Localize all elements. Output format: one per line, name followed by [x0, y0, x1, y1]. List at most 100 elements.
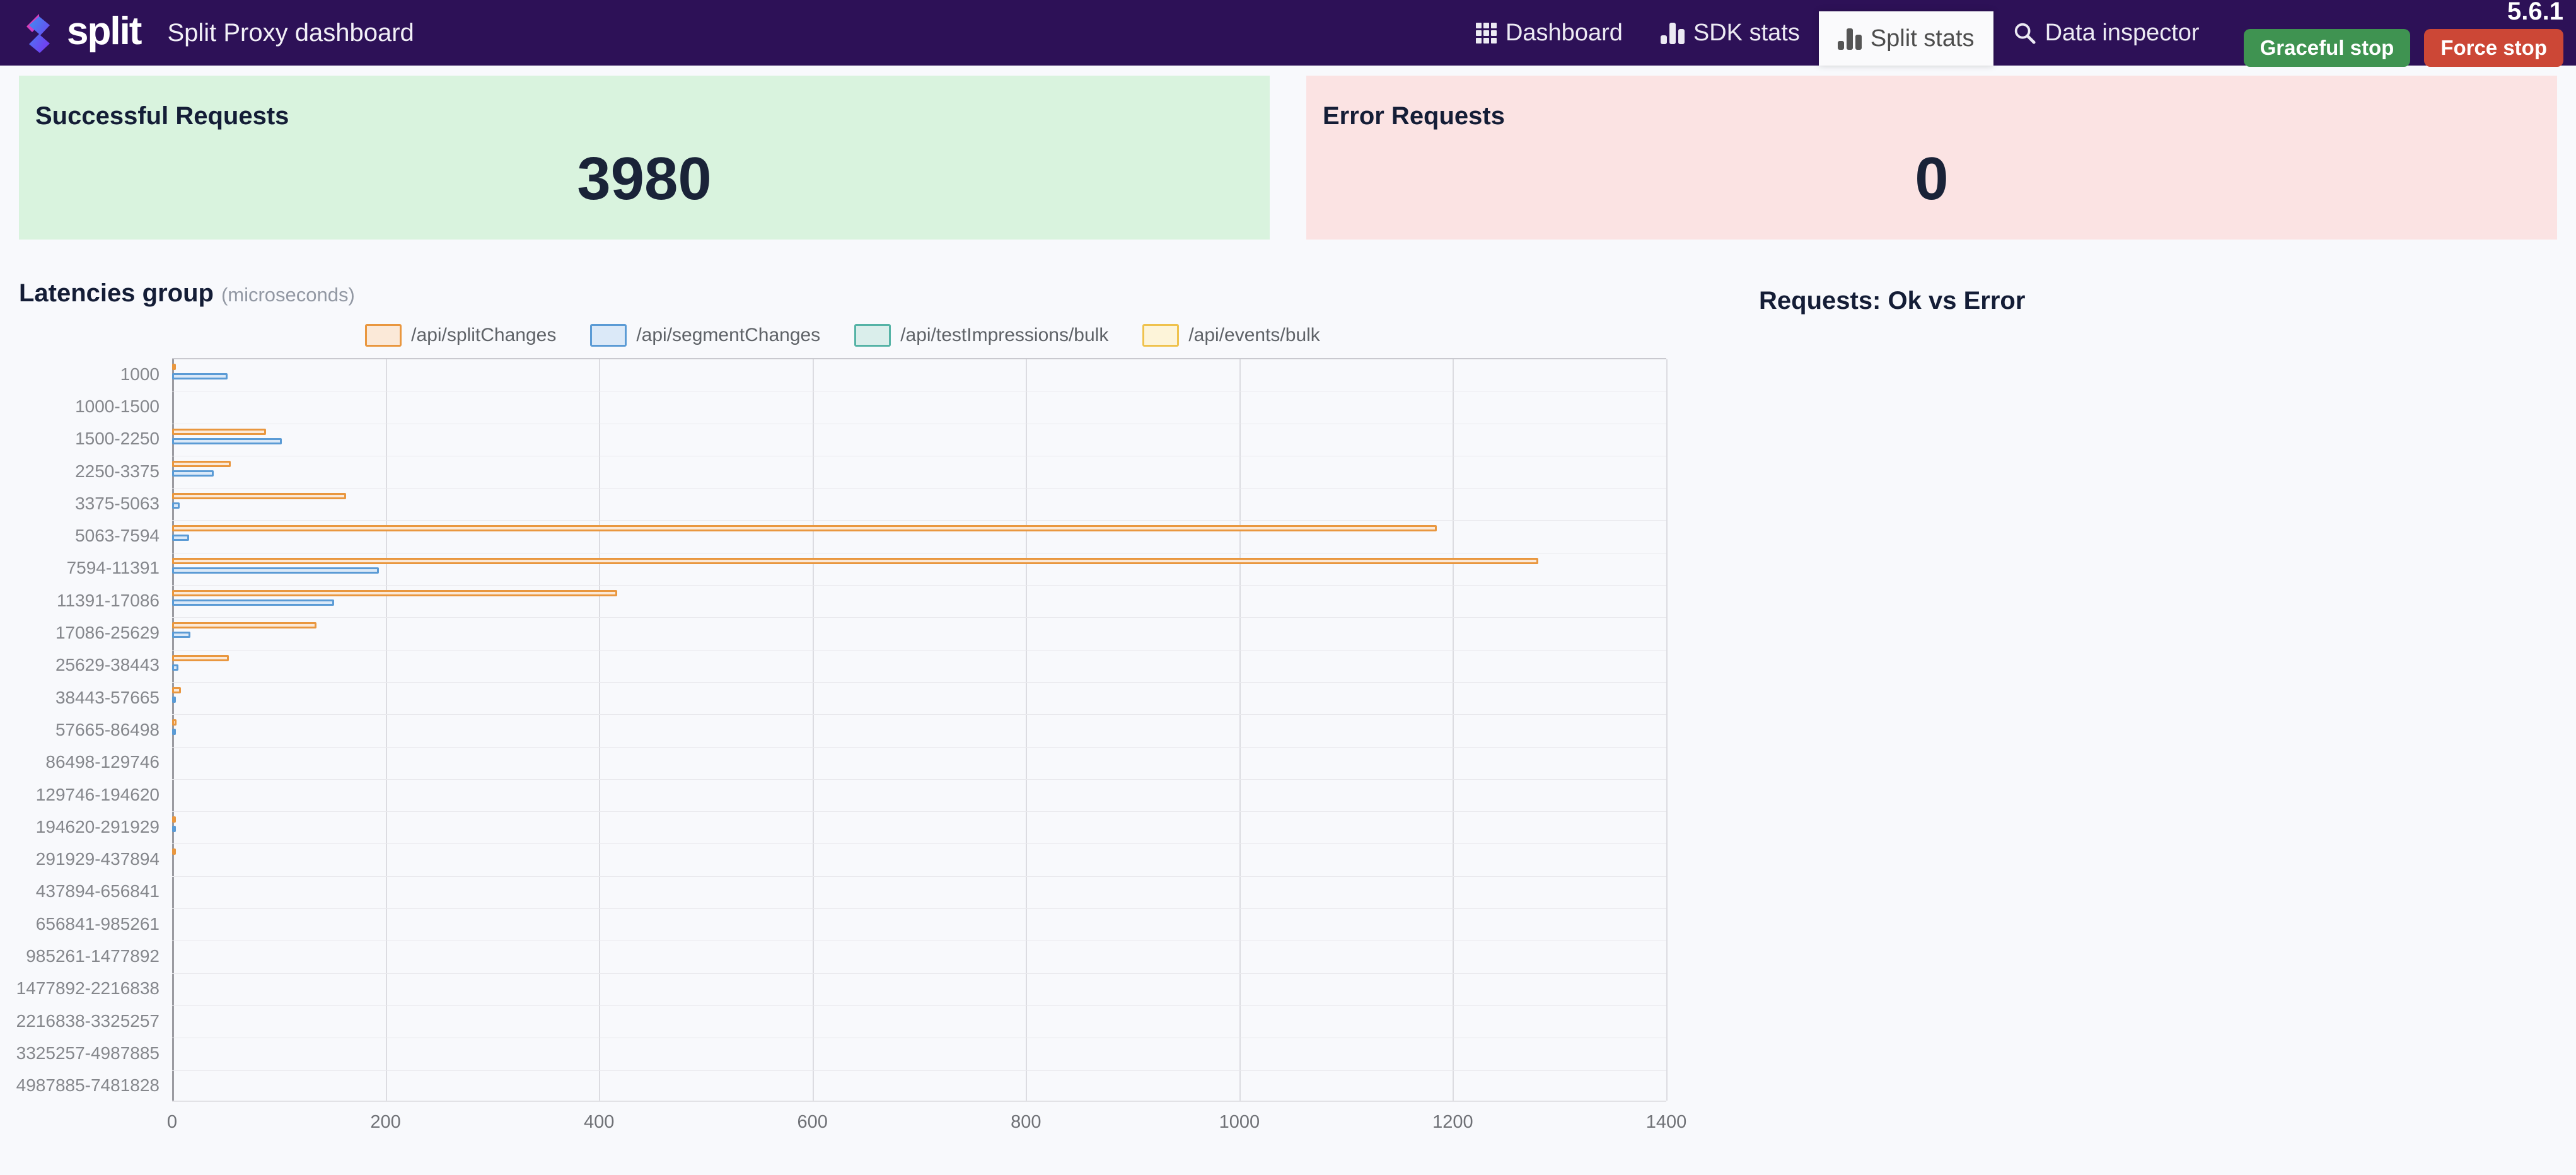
latency-row	[172, 715, 1666, 748]
latency-bar	[172, 729, 176, 736]
latency-bar	[172, 622, 316, 629]
latency-bar	[172, 826, 176, 833]
y-axis-label: 194620-291929	[35, 816, 160, 836]
nav-item-dashboard[interactable]: Dashboard	[1457, 0, 1642, 66]
latency-bar	[172, 460, 231, 467]
bar-chart-icon	[1660, 21, 1685, 44]
brand: split	[19, 0, 142, 66]
legend-swatch	[590, 324, 627, 347]
brand-wordmark: split	[67, 9, 142, 53]
y-axis-label: 86498-129746	[45, 752, 160, 772]
legend-label: /api/splitChanges	[411, 325, 557, 345]
graceful-stop-button[interactable]: Graceful stop	[2243, 29, 2411, 67]
latency-row	[172, 909, 1666, 942]
nav-item-sdk-stats[interactable]: SDK stats	[1642, 0, 1819, 66]
y-axis-label: 3375-5063	[75, 493, 160, 513]
latency-bar	[172, 557, 1538, 564]
y-axis-label: 11391-17086	[57, 590, 160, 610]
y-axis-label: 656841-985261	[35, 913, 160, 934]
nav-item-label: SDK stats	[1693, 19, 1800, 46]
requests-title: Requests: Ok vs Error	[1759, 287, 2026, 315]
latency-bar	[172, 848, 176, 855]
x-tick-label: 0	[166, 1112, 178, 1132]
latency-row	[172, 456, 1666, 489]
card-title: Error Requests	[1323, 102, 1505, 130]
content: Latencies group (microseconds) /api/spli…	[0, 240, 2576, 1140]
latency-row	[172, 844, 1666, 877]
search-icon	[2014, 23, 2036, 44]
latency-row	[172, 812, 1666, 845]
latency-bar	[172, 493, 346, 500]
main-nav: Dashboard SDK stats Split stats Data ins…	[1457, 0, 2219, 66]
legend-item[interactable]: /api/events/bulk	[1142, 324, 1320, 347]
app-header: split Split Proxy dashboard Dashboard SD…	[0, 0, 2576, 67]
latency-bar	[172, 654, 229, 661]
legend-label: /api/events/bulk	[1188, 325, 1320, 345]
latency-bar	[172, 428, 266, 435]
card-title: Successful Requests	[35, 102, 289, 130]
stat-cards: Successful Requests 3980 Error Requests …	[0, 66, 2576, 240]
latency-row	[172, 941, 1666, 974]
latencies-title: Latencies group	[19, 279, 214, 307]
nav-item-label: Split stats	[1870, 25, 1975, 52]
latency-row	[172, 424, 1666, 456]
latency-row	[172, 1006, 1666, 1039]
latency-row	[172, 651, 1666, 683]
nav-item-split-stats[interactable]: Split stats	[1818, 11, 1993, 66]
successful-requests-value: 3980	[577, 145, 712, 212]
latency-row	[172, 391, 1666, 424]
latency-bar	[172, 590, 617, 597]
latency-row	[172, 780, 1666, 813]
x-tick-label: 1200	[1432, 1112, 1473, 1132]
y-axis-label: 7594-11391	[66, 558, 160, 578]
latency-bar	[172, 373, 228, 379]
legend-swatch	[365, 324, 402, 347]
y-axis-label: 2250-3375	[75, 461, 160, 481]
x-tick-label: 200	[370, 1112, 401, 1132]
y-axis-label: 1000	[120, 364, 160, 384]
latency-row	[172, 521, 1666, 553]
y-axis-label: 1000-1500	[75, 396, 160, 416]
x-tick-label: 400	[583, 1112, 615, 1132]
y-axis-label: 1477892-2216838	[16, 978, 160, 998]
latency-bar	[172, 535, 190, 541]
latencies-subtitle: (microseconds)	[221, 284, 355, 306]
legend-swatch	[854, 324, 891, 347]
latency-row	[172, 553, 1666, 586]
legend-swatch	[1142, 324, 1180, 347]
latency-bar	[172, 816, 176, 823]
latency-bar	[172, 502, 180, 509]
latency-chart-xaxis: 0 200 400 600 800 1000 1200 1400	[167, 1102, 1686, 1140]
latency-bar	[172, 525, 1437, 532]
latency-row	[172, 748, 1666, 780]
y-axis-label: 3325257-4987885	[16, 1043, 160, 1063]
latency-bar	[172, 364, 176, 370]
y-axis-label: 25629-38443	[55, 655, 160, 675]
legend-item[interactable]: /api/segmentChanges	[590, 324, 820, 347]
latency-row	[172, 489, 1666, 521]
y-axis-label: 1500-2250	[75, 429, 160, 449]
nav-item-data-inspector[interactable]: Data inspector	[1993, 0, 2219, 66]
legend-item[interactable]: /api/testImpressions/bulk	[854, 324, 1108, 347]
version-label: 5.6.1	[2507, 0, 2563, 25]
successful-requests-card: Successful Requests 3980	[19, 76, 1270, 240]
nav-item-label: Dashboard	[1505, 19, 1623, 46]
latency-bar	[172, 599, 335, 606]
bar-chart-icon	[1837, 27, 1862, 50]
header-right: 5.6.1 Graceful stop Force stop	[2243, 0, 2563, 67]
legend-label: /api/segmentChanges	[636, 325, 821, 345]
legend-item[interactable]: /api/splitChanges	[365, 324, 556, 347]
y-axis-label: 291929-437894	[35, 849, 160, 869]
split-logo-icon	[26, 14, 50, 53]
latency-bar	[172, 696, 176, 703]
latency-row	[172, 1038, 1666, 1071]
y-axis-label: 2216838-3325257	[16, 1010, 160, 1031]
y-axis-label: 985261-1477892	[26, 946, 160, 966]
chart-legend: /api/splitChanges/api/segmentChanges/api…	[19, 324, 1666, 347]
gridline	[1666, 359, 1668, 1101]
error-requests-value: 0	[1915, 145, 1949, 212]
latency-row	[172, 359, 1666, 392]
latency-row	[172, 877, 1666, 910]
force-stop-button[interactable]: Force stop	[2424, 29, 2563, 67]
y-axis-label: 4987885-7481828	[16, 1075, 160, 1096]
